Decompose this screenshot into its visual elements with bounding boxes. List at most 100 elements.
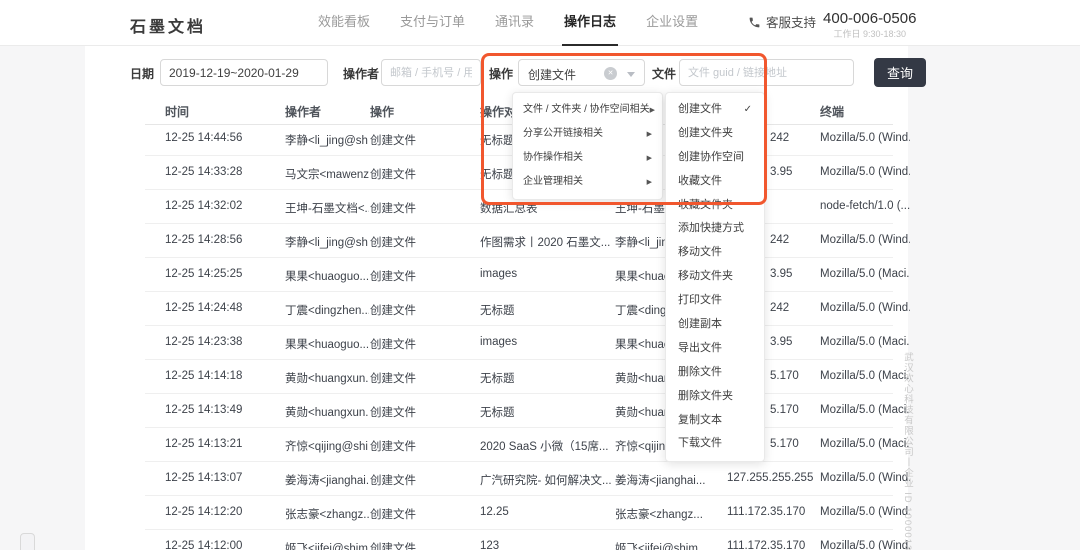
table-row[interactable]: 12-25 14:13:07 姜海涛<jianghai... 创建文件 广汽研究… bbox=[145, 462, 893, 496]
cell-terminal: Mozilla/5.0 (Maci... bbox=[820, 336, 910, 348]
cell-action: 创建文件 bbox=[370, 268, 470, 284]
action-filter-label: 操作 bbox=[489, 65, 513, 82]
menu-group-label: 分享公开链接相关 bbox=[523, 122, 603, 146]
cell-ip: 111.172.35.170 bbox=[727, 540, 822, 550]
submenu-item-label: 删除文件 bbox=[678, 361, 722, 385]
file-filter-label: 文件 bbox=[652, 65, 676, 82]
table-row[interactable]: 12-25 14:25:25 果果<huaoguo... 创建文件 images… bbox=[145, 258, 893, 292]
cell-action: 创建文件 bbox=[370, 540, 470, 550]
tab-enterprise-settings[interactable]: 企业设置 bbox=[646, 0, 698, 46]
clear-icon[interactable] bbox=[604, 67, 617, 80]
submenu-item[interactable]: 移动文件 bbox=[666, 241, 764, 265]
cell-time: 12-25 14:25:25 bbox=[165, 268, 280, 280]
submenu-item[interactable]: 创建文件夹 bbox=[666, 122, 764, 146]
cell-action: 创建文件 bbox=[370, 132, 470, 148]
submenu-item-label: 创建副本 bbox=[678, 313, 722, 337]
cell-terminal: Mozilla/5.0 (Maci... bbox=[820, 268, 910, 280]
cell-object: 无标题 bbox=[480, 370, 612, 386]
cell-time: 12-25 14:13:21 bbox=[165, 438, 280, 450]
menu-group-enterprise-mgmt[interactable]: 企业管理相关 bbox=[513, 170, 662, 194]
cell-owner: 姬飞<jifei@shim... bbox=[615, 540, 723, 550]
cell-object: 无标题 bbox=[480, 302, 612, 318]
cell-time: 12-25 14:44:56 bbox=[165, 132, 280, 144]
cell-terminal: Mozilla/5.0 (Wind... bbox=[820, 472, 910, 484]
cell-object: images bbox=[480, 336, 612, 348]
table-row[interactable]: 12-25 14:13:49 黄勋<huangxun... 创建文件 无标题 黄… bbox=[145, 394, 893, 428]
table-row[interactable]: 12-25 14:13:21 齐惊<qijing@shi... 创建文件 202… bbox=[145, 428, 893, 462]
cell-action: 创建文件 bbox=[370, 336, 470, 352]
submenu-item-label: 复制文本 bbox=[678, 409, 722, 433]
menu-group-share-links[interactable]: 分享公开链接相关 bbox=[513, 122, 662, 146]
table-row[interactable]: 12-25 14:24:48 丁震<dingzhen... 创建文件 无标题 丁… bbox=[145, 292, 893, 326]
menu-group-collaboration[interactable]: 协作操作相关 bbox=[513, 146, 662, 170]
action-select[interactable]: 创建文件 bbox=[518, 59, 645, 86]
cell-object: 无标题 bbox=[480, 404, 612, 420]
table-row[interactable]: 12-25 14:12:20 张志豪<zhangz... 创建文件 12.25 … bbox=[145, 496, 893, 530]
submenu-item[interactable]: 收藏文件 bbox=[666, 170, 764, 194]
submenu-item[interactable]: 添加快捷方式 bbox=[666, 217, 764, 241]
cell-terminal: Mozilla/5.0 (Maci... bbox=[820, 370, 910, 382]
customer-support: 客服支持 400-006-0506 工作日 9:30-18:30 bbox=[748, 6, 916, 40]
submenu-item[interactable]: 导出文件 bbox=[666, 337, 764, 361]
table-row[interactable]: 12-25 14:12:00 姬飞<jifei@shim... 创建文件 123… bbox=[145, 530, 893, 550]
submenu-item-label: 收藏文件 bbox=[678, 170, 722, 194]
cell-operator: 王坤-石墨文档<... bbox=[285, 200, 369, 216]
submenu-item[interactable]: 创建文件 bbox=[666, 98, 764, 122]
submenu-item[interactable]: 复制文本 bbox=[666, 409, 764, 433]
date-filter-label: 日期 bbox=[130, 65, 154, 82]
submenu-item[interactable]: 移动文件夹 bbox=[666, 265, 764, 289]
cell-object: 123 bbox=[480, 540, 612, 550]
action-submenu: 创建文件 创建文件夹 创建协作空间 收藏文件 收藏文件夹 添加快捷方式 移动文件… bbox=[665, 92, 765, 462]
cell-action: 创建文件 bbox=[370, 404, 470, 420]
chevron-down-icon bbox=[627, 72, 635, 77]
tab-contacts[interactable]: 通讯录 bbox=[495, 0, 534, 46]
submenu-item-label: 打印文件 bbox=[678, 289, 722, 313]
table-row[interactable]: 12-25 14:23:38 果果<huaoguo... 创建文件 images… bbox=[145, 326, 893, 360]
operator-input[interactable] bbox=[381, 59, 481, 86]
cell-time: 12-25 14:13:49 bbox=[165, 404, 280, 416]
cell-time: 12-25 14:24:48 bbox=[165, 302, 280, 314]
app-logo[interactable]: 石墨文档 bbox=[130, 13, 206, 37]
table-row[interactable]: 12-25 14:28:56 李静<li_jing@sh... 创建文件 作图需… bbox=[145, 224, 893, 258]
cell-object: 作图需求丨2020 石墨文... bbox=[480, 234, 612, 250]
cell-operator: 齐惊<qijing@shi... bbox=[285, 438, 369, 454]
tab-payment-orders[interactable]: 支付与订单 bbox=[400, 0, 465, 46]
search-button[interactable]: 查询 bbox=[874, 58, 926, 87]
submenu-item[interactable]: 打印文件 bbox=[666, 289, 764, 313]
cell-time: 12-25 14:12:00 bbox=[165, 540, 280, 550]
submenu-item[interactable]: 收藏文件夹 bbox=[666, 194, 764, 218]
cell-object: images bbox=[480, 268, 612, 280]
submenu-item[interactable]: 创建协作空间 bbox=[666, 146, 764, 170]
cell-terminal: Mozilla/5.0 (Wind... bbox=[820, 540, 910, 550]
submenu-item-label: 收藏文件夹 bbox=[678, 194, 733, 218]
action-dropdown-menu: 文件 / 文件夹 / 协作空间相关 分享公开链接相关 协作操作相关 企业管理相关 bbox=[512, 92, 663, 200]
cell-time: 12-25 14:12:20 bbox=[165, 506, 280, 518]
cell-time: 12-25 14:33:28 bbox=[165, 166, 280, 178]
menu-group-file-folder-space[interactable]: 文件 / 文件夹 / 协作空间相关 bbox=[513, 98, 662, 122]
tab-dashboard[interactable]: 效能看板 bbox=[318, 0, 370, 46]
submenu-item[interactable]: 创建副本 bbox=[666, 313, 764, 337]
menu-group-label: 协作操作相关 bbox=[523, 146, 583, 170]
cell-time: 12-25 14:13:07 bbox=[165, 472, 280, 484]
table-row[interactable]: 12-25 14:14:18 黄勋<huangxun... 创建文件 无标题 黄… bbox=[145, 360, 893, 394]
submenu-item[interactable]: 下载文件 bbox=[666, 432, 764, 456]
file-guid-input[interactable] bbox=[679, 59, 854, 86]
support-phone: 400-006-0506 bbox=[823, 9, 916, 29]
cell-ip: 111.172.35.170 bbox=[727, 506, 822, 518]
support-label: 客服支持 bbox=[766, 6, 816, 40]
cell-terminal: node-fetch/1.0 (... bbox=[820, 200, 910, 212]
tab-operation-log[interactable]: 操作日志 bbox=[564, 0, 616, 46]
submenu-item[interactable]: 删除文件 bbox=[666, 361, 764, 385]
cell-operator: 黄勋<huangxun... bbox=[285, 370, 369, 386]
date-range-input[interactable] bbox=[160, 59, 328, 86]
cell-object: 数据汇总表 bbox=[480, 200, 612, 216]
cell-terminal: Mozilla/5.0 (Wind... bbox=[820, 302, 910, 314]
cell-operator: 果果<huaoguo... bbox=[285, 268, 369, 284]
check-icon bbox=[744, 98, 752, 122]
operation-log-page: 石墨文档 效能看板 支付与订单 通讯录 操作日志 企业设置 客服支持 400-0… bbox=[0, 0, 1080, 550]
cell-action: 创建文件 bbox=[370, 506, 470, 522]
cell-operator: 张志豪<zhangz... bbox=[285, 506, 369, 522]
feedback-widget[interactable] bbox=[20, 533, 35, 550]
submenu-item[interactable]: 删除文件夹 bbox=[666, 385, 764, 409]
cell-time: 12-25 14:14:18 bbox=[165, 370, 280, 382]
